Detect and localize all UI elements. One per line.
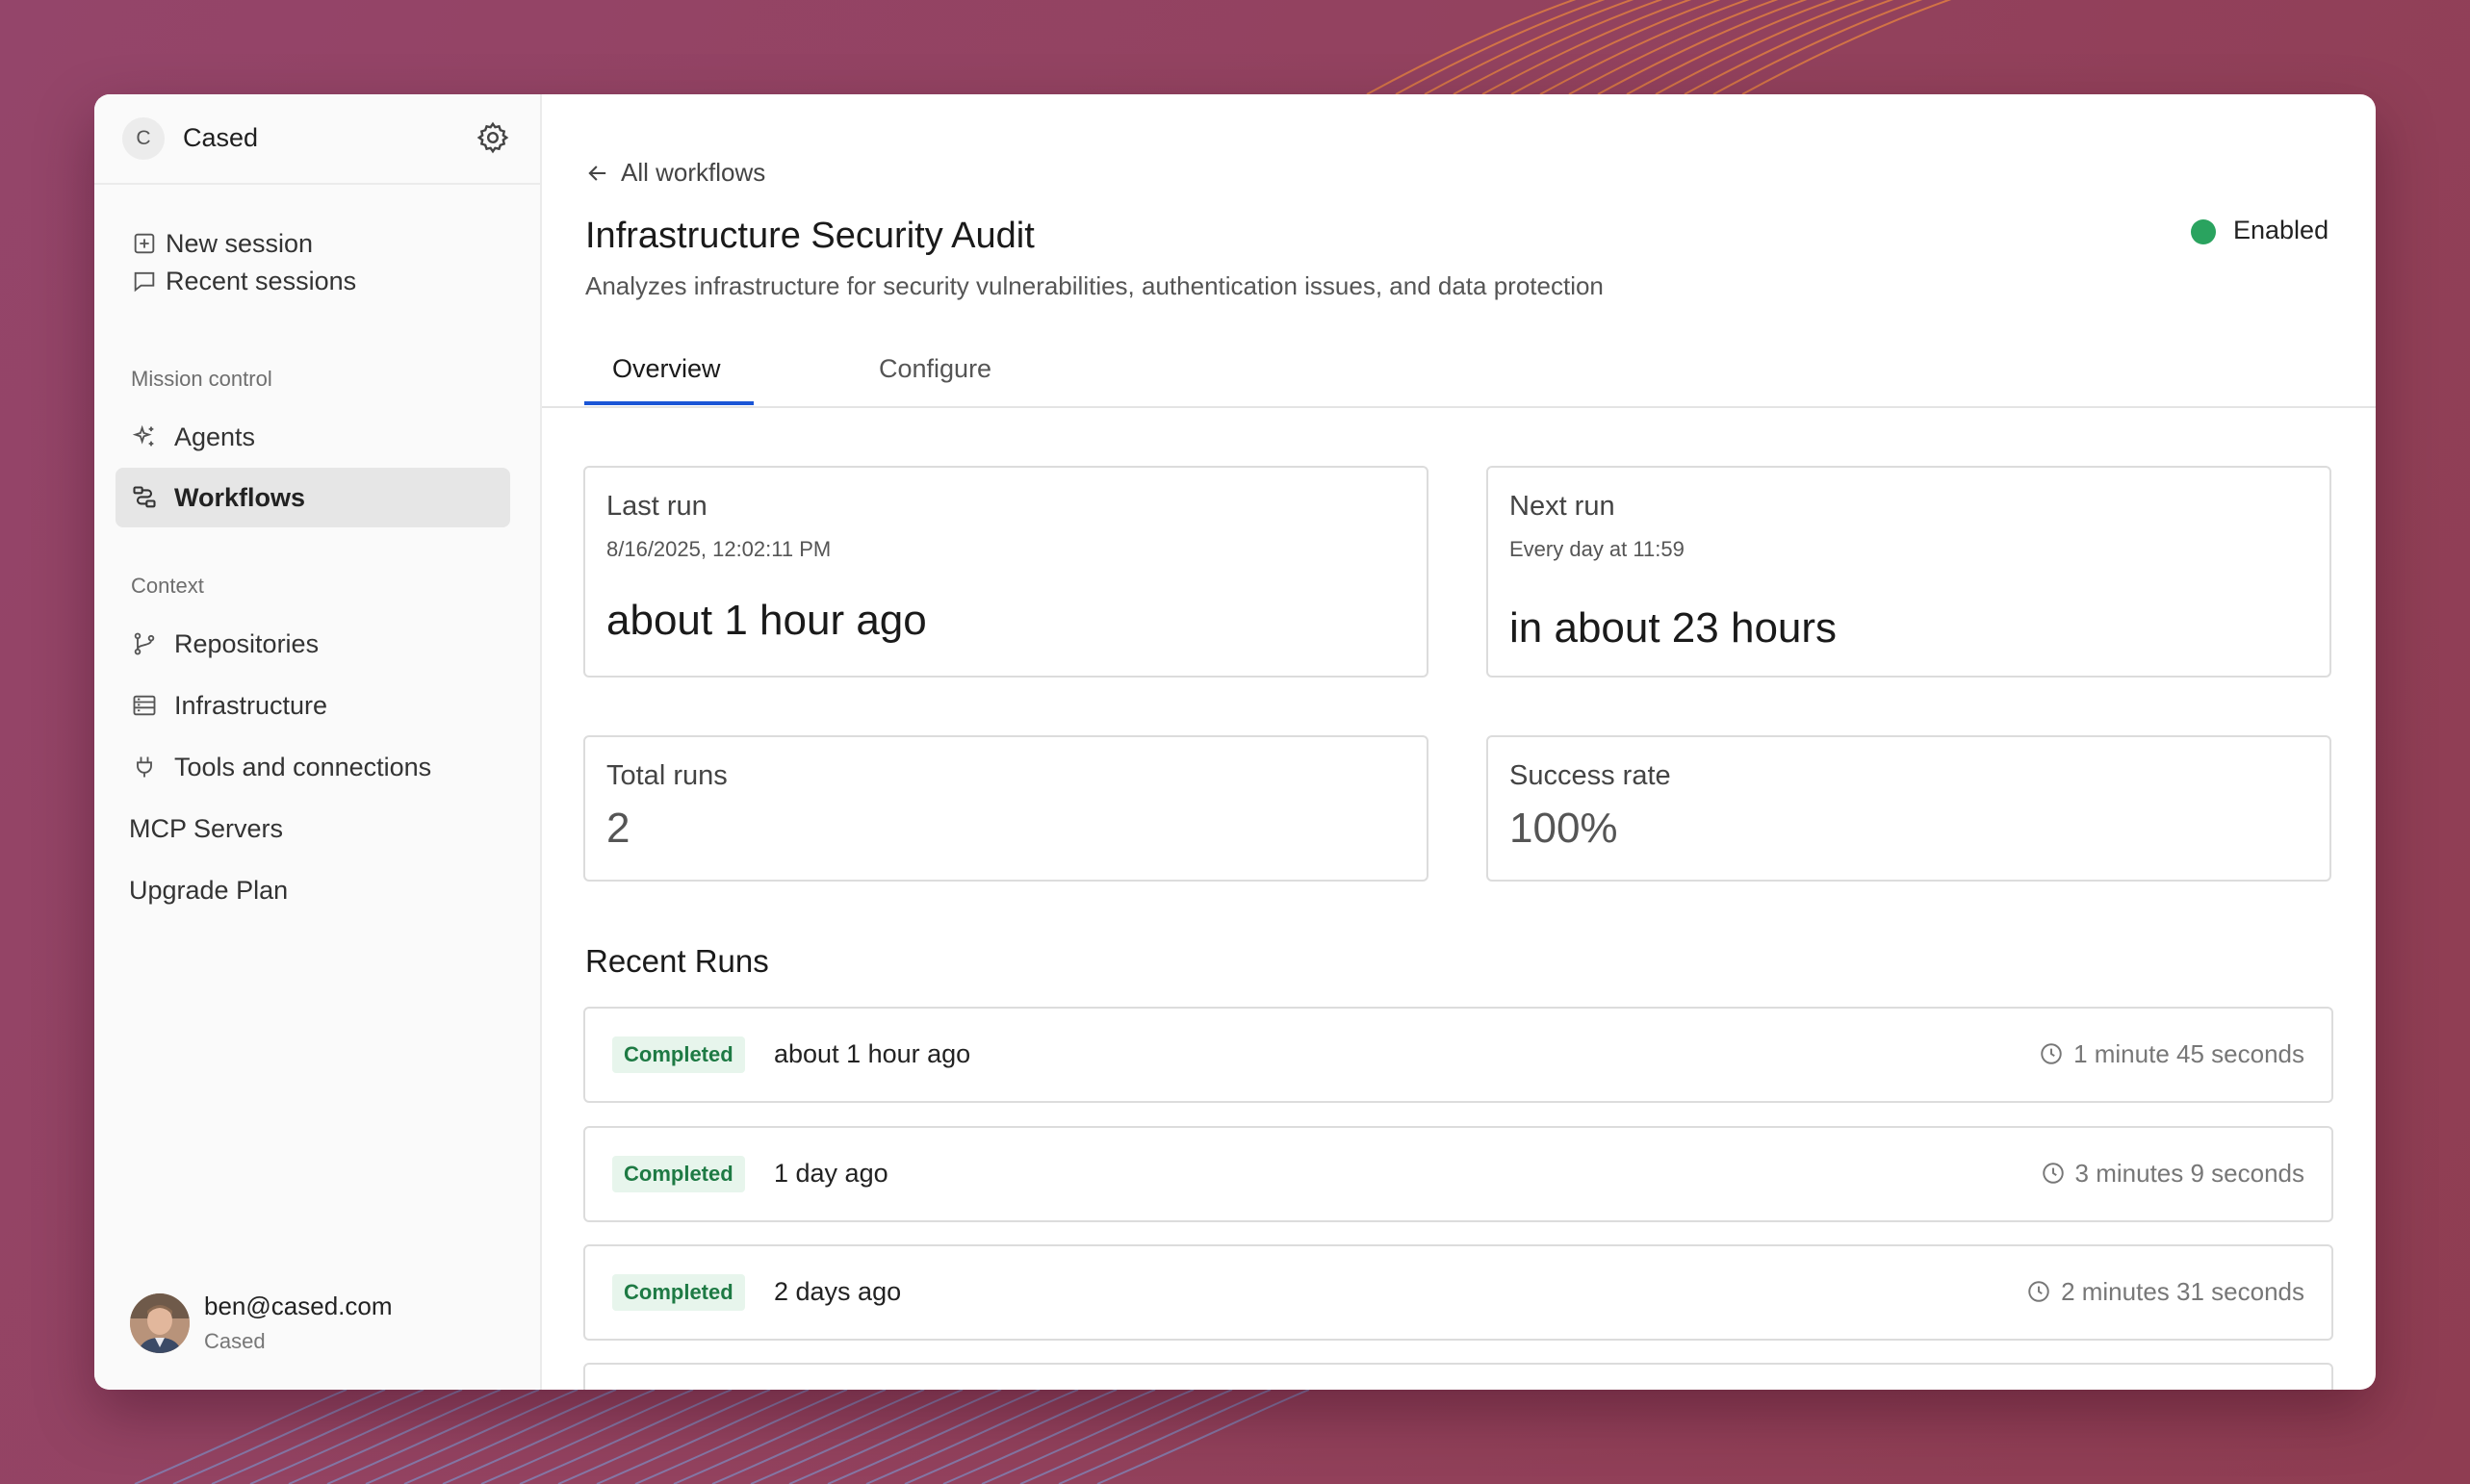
sidebar-item-label: Recent sessions: [166, 267, 357, 295]
sidebar-item-workflows[interactable]: Workflows: [116, 468, 510, 527]
user-email[interactable]: ben@cased.com: [204, 1292, 393, 1321]
run-duration-label: 3 minutes 9 seconds: [2074, 1159, 2304, 1188]
avatar[interactable]: [130, 1293, 190, 1353]
sidebar: C Cased New session Recent sessions Miss…: [94, 94, 542, 1390]
status-badge: Completed: [612, 1274, 745, 1311]
user-org: Cased: [204, 1329, 266, 1353]
status-toggle[interactable]: Enabled: [2191, 214, 2335, 252]
last-run-card: Last run 8/16/2025, 12:02:11 PM about 1 …: [583, 466, 1428, 678]
card-subtitle: Every day at 11:59: [1509, 537, 1685, 561]
sidebar-item-label: Workflows: [174, 483, 306, 512]
page-title: Infrastructure Security Audit: [585, 216, 1035, 256]
tab-bar: Overview Configure: [542, 343, 2376, 408]
clock-icon: [2028, 1281, 2049, 1302]
sparkles-icon: [132, 424, 154, 447]
chat-bubble-icon: [134, 271, 155, 293]
git-branch-icon: [134, 632, 155, 655]
arrow-left-icon: [588, 166, 606, 181]
next-run-card: Next run Every day at 11:59 in about 23 …: [1486, 466, 2331, 678]
org-avatar[interactable]: C: [122, 117, 165, 160]
run-row[interactable]: Completed about 1 hour ago 1 minute 45 s…: [583, 1007, 2333, 1103]
run-duration: 2 minutes 31 seconds: [2026, 1277, 2304, 1307]
status-dot: [2191, 219, 2216, 244]
sidebar-item-label: Infrastructure: [174, 691, 328, 720]
tab-overview[interactable]: Overview: [612, 354, 721, 404]
sidebar-item-label: Upgrade Plan: [129, 876, 289, 905]
sidebar-item-label: Tools and connections: [174, 753, 432, 781]
card-value: 2: [606, 805, 630, 852]
section-label-mission-control: Mission control: [131, 367, 272, 391]
org-name[interactable]: Cased: [183, 123, 258, 153]
sidebar-item-agents[interactable]: Agents: [116, 407, 510, 467]
run-time: 1 day ago: [774, 1159, 888, 1188]
server-icon: [133, 695, 156, 716]
workflow-icon: [133, 486, 156, 508]
page-description: Analyzes infrastructure for security vul…: [585, 271, 1604, 300]
user-photo: [130, 1293, 190, 1353]
sidebar-item-recent-sessions[interactable]: Recent sessions: [116, 251, 510, 311]
card-title: Total runs: [606, 760, 728, 791]
run-row[interactable]: [583, 1363, 2333, 1390]
clock-icon: [2042, 1163, 2064, 1184]
clock-icon: [2041, 1043, 2062, 1064]
active-tab-indicator: [584, 401, 754, 405]
card-subtitle: 8/16/2025, 12:02:11 PM: [606, 537, 832, 561]
run-time: about 1 hour ago: [774, 1039, 971, 1068]
run-row[interactable]: Completed 1 day ago 3 minutes 9 seconds: [583, 1126, 2333, 1222]
run-duration: 3 minutes 9 seconds: [2041, 1159, 2304, 1189]
gear-icon[interactable]: [476, 120, 510, 155]
sidebar-header: C Cased: [94, 94, 540, 185]
status-label: Enabled: [2233, 216, 2329, 244]
card-value: 100%: [1509, 805, 1618, 852]
card-title: Next run: [1509, 491, 1615, 522]
sidebar-item-label: Repositories: [174, 629, 320, 658]
success-rate-card: Success rate 100%: [1486, 735, 2331, 882]
tab-configure[interactable]: Configure: [879, 354, 991, 404]
status-badge: Completed: [612, 1156, 745, 1192]
sidebar-item-upgrade-plan[interactable]: Upgrade Plan: [116, 860, 510, 920]
sidebar-item-mcp-servers[interactable]: MCP Servers: [116, 799, 510, 858]
card-title: Success rate: [1509, 760, 1671, 791]
section-label-context: Context: [131, 574, 204, 598]
sidebar-item-tools-and-connections[interactable]: Tools and connections: [116, 737, 510, 797]
sidebar-item-label: MCP Servers: [129, 814, 284, 843]
card-value: about 1 hour ago: [606, 597, 927, 644]
status-badge: Completed: [612, 1036, 745, 1073]
sidebar-item-label: Agents: [174, 422, 256, 451]
run-row[interactable]: Completed 2 days ago 2 minutes 31 second…: [583, 1244, 2333, 1341]
app-window: C Cased New session Recent sessions Miss…: [94, 94, 2376, 1390]
card-value: in about 23 hours: [1509, 604, 1838, 652]
run-time: 2 days ago: [774, 1277, 902, 1306]
back-link-label: All workflows: [621, 158, 766, 187]
run-duration-label: 2 minutes 31 seconds: [2061, 1277, 2304, 1306]
sidebar-item-repositories[interactable]: Repositories: [116, 614, 510, 674]
sidebar-item-infrastructure[interactable]: Infrastructure: [116, 676, 510, 735]
plug-icon: [137, 756, 152, 778]
recent-runs-title: Recent Runs: [585, 943, 769, 979]
run-duration-label: 1 minute 45 seconds: [2073, 1039, 2304, 1068]
run-duration: 1 minute 45 seconds: [2039, 1039, 2304, 1069]
card-title: Last run: [606, 491, 708, 522]
total-runs-card: Total runs 2: [583, 735, 1428, 882]
main-content: All workflows Infrastructure Security Au…: [542, 94, 2376, 1390]
